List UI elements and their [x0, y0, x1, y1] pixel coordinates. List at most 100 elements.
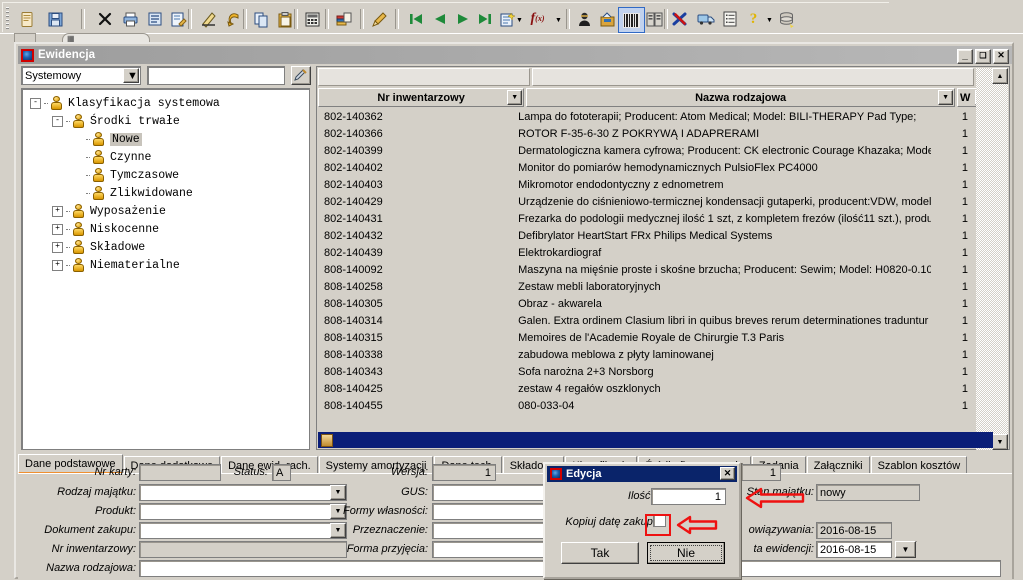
chevron-down-icon[interactable]: ▼	[938, 90, 954, 105]
ilosc-kart-input[interactable]: 1	[651, 488, 726, 505]
table-row[interactable]: 802-140402 Monitor do pomiarów hemodynami…	[318, 159, 974, 176]
forma-przyjecia-field[interactable]	[432, 541, 554, 558]
tree-item-czynne[interactable]: Czynne	[22, 148, 309, 166]
grid-selected-row[interactable]	[318, 432, 993, 448]
expand-icon[interactable]: +	[52, 259, 63, 271]
toolbar-drag-handle[interactable]	[6, 7, 9, 29]
report-icon[interactable]	[331, 7, 356, 31]
tree-item-wyposa-enie[interactable]: + Wyposażenie	[22, 202, 309, 220]
chevron-down-icon[interactable]: ▼	[765, 16, 774, 25]
table-row[interactable]: 802-140432 Defibrylator HeartStart FRx Ph…	[318, 227, 974, 244]
tree-item-tymczasowe[interactable]: Tymczasowe	[22, 166, 309, 184]
barcode-icon[interactable]	[618, 7, 645, 33]
tree-item-nowe[interactable]: Nowe	[22, 130, 309, 148]
calculator-icon[interactable]	[300, 7, 325, 31]
tree-item-zlikwidowane[interactable]: Zlikwidowane	[22, 184, 309, 202]
chevron-down-icon[interactable]: ▼	[895, 541, 916, 558]
nr-karty-field[interactable]	[139, 464, 221, 481]
table-row[interactable]: 802-140439 Elektrokardiograf 1	[318, 244, 974, 261]
close-button[interactable]: ✕	[993, 49, 1009, 64]
table-row[interactable]: 808-140258 Zestaw mebli laboratoryjnych 1	[318, 278, 974, 295]
chevron-down-icon[interactable]: ▼	[123, 68, 139, 83]
window-title-bar[interactable]: Ewidencja _ ❑ ✕	[18, 46, 1012, 64]
grid-rows[interactable]: 802-140362 Lampa do fototerapii; Producen…	[318, 108, 974, 431]
collapse-icon[interactable]: -	[52, 115, 63, 127]
last-record-icon[interactable]	[472, 7, 497, 31]
prev-record-icon[interactable]	[427, 7, 452, 31]
chevron-down-icon[interactable]: ▼	[330, 485, 346, 500]
copy-icon[interactable]	[249, 7, 274, 31]
help-icon[interactable]: ?	[741, 7, 766, 31]
tree-item--rodki-trwa-e[interactable]: - Środki trwałe	[22, 112, 309, 130]
excel-export-icon[interactable]	[668, 7, 693, 31]
table-row[interactable]: 808-140315 Memoires de l'Academie Royale …	[318, 329, 974, 346]
table-row[interactable]: 802-140429 Urządzenie do ciśnieniowo-term…	[318, 193, 974, 210]
filter-nazwa-rodzajowa[interactable]	[532, 68, 975, 86]
expand-icon[interactable]: +	[52, 223, 63, 235]
pencil-icon[interactable]	[291, 66, 311, 85]
tree-item-sk-adowe[interactable]: + Składowe	[22, 238, 309, 256]
delete-icon[interactable]	[92, 7, 117, 31]
print-icon[interactable]	[118, 7, 143, 31]
database-icon[interactable]	[774, 7, 799, 31]
new-document-icon[interactable]	[15, 7, 40, 31]
table-row[interactable]: 802-140362 Lampa do fototerapii; Producen…	[318, 108, 974, 125]
no-button[interactable]: Nie	[647, 542, 725, 564]
dialog-close-button[interactable]: ✕	[720, 467, 735, 480]
tree-item-niematerialne[interactable]: + Niematerialne	[22, 256, 309, 274]
column-header-nazwa-rodzajowa[interactable]: Nazwa rodzajowa ▼	[526, 88, 956, 107]
inbox-icon[interactable]	[595, 7, 620, 31]
table-row[interactable]: 808-140455 080-033-04 1	[318, 397, 974, 414]
scroll-down-button[interactable]: ▼	[992, 434, 1008, 450]
filter-nr-inwentarzowy[interactable]	[318, 68, 531, 86]
gus-field[interactable]	[432, 484, 554, 501]
classification-select[interactable]: Systemowy ▼	[21, 66, 141, 85]
table-row[interactable]: 802-140366 ROTOR F-35-6-30 Z POKRYWĄ I AD…	[318, 125, 974, 142]
table-row[interactable]: 808-140343 Sofa narożna 2+3 Norsborg 1	[318, 363, 974, 380]
measure-icon[interactable]	[196, 7, 221, 31]
formy-wlasnosci-field[interactable]	[432, 503, 554, 520]
document-list-icon[interactable]	[717, 7, 742, 31]
formula-icon[interactable]: f (x)	[525, 7, 550, 31]
chevron-down-icon[interactable]: ▼	[515, 16, 524, 25]
table-row[interactable]: 808-140092 Maszyna na mięśnie proste i sk…	[318, 261, 974, 278]
dialog-title-bar[interactable]: Edycja ✕	[547, 466, 737, 482]
maximize-button[interactable]: ❑	[975, 49, 991, 64]
scroll-up-button[interactable]: ▲	[992, 68, 1008, 84]
chevron-down-icon[interactable]: ▼	[554, 16, 563, 25]
table-row[interactable]: 802-140403 Mikromotor endodontyczny z edn…	[318, 176, 974, 193]
classification-tree[interactable]: - Klasyfikacja systemowa - Środki trwałe Now…	[21, 88, 310, 450]
search-input[interactable]	[147, 66, 285, 85]
yes-button[interactable]: Tak	[561, 542, 639, 564]
table-row[interactable]: 808-140314 Galen. Extra ordinem Clasium l…	[318, 312, 974, 329]
expand-icon[interactable]: +	[52, 205, 63, 217]
user-icon[interactable]	[572, 7, 597, 31]
table-row[interactable]: 802-140399 Dermatologiczna kamera cyfrowa…	[318, 142, 974, 159]
data-ewidencji-field[interactable]: 2016-08-15	[816, 541, 892, 558]
table-row[interactable]: 808-140338 zabudowa meblowa z płyty lamin…	[318, 346, 974, 363]
rodzaj-majatku-select[interactable]: ▼	[139, 484, 347, 501]
first-record-icon[interactable]	[403, 7, 428, 31]
truck-icon[interactable]	[693, 7, 718, 31]
collapse-icon[interactable]: -	[30, 97, 41, 109]
list-view-icon[interactable]	[142, 7, 167, 31]
table-row[interactable]: 802-140431 Frezarka do podologii medyczne…	[318, 210, 974, 227]
save-icon[interactable]	[43, 7, 68, 31]
minimize-button[interactable]: _	[957, 49, 973, 64]
grid-vertical-scrollbar[interactable]: ▲ ▼	[992, 68, 1008, 450]
produkt-select[interactable]: ▼	[139, 503, 347, 520]
chevron-down-icon[interactable]: ▼	[507, 90, 523, 105]
tree-item-niskocenne[interactable]: + Niskocenne	[22, 220, 309, 238]
expand-icon[interactable]: +	[52, 241, 63, 253]
tab-za-czniki[interactable]: Załączniki	[806, 456, 870, 474]
table-row[interactable]: 808-140425 zestaw 4 regałów oszklonych 1	[318, 380, 974, 397]
przeznaczenie-field[interactable]	[432, 522, 554, 539]
dokument-zakupu-select[interactable]: ▼	[139, 522, 347, 539]
tree-item-klasyfikacja-systemowa[interactable]: - Klasyfikacja systemowa	[22, 94, 309, 112]
brush-icon[interactable]	[367, 7, 392, 31]
column-header-nr-inwentarzowy[interactable]: Nr inwentarzowy ▼	[318, 88, 525, 107]
nr-inwentarzowy-field[interactable]	[139, 541, 347, 558]
data-ewidencji-calendar-button[interactable]: ▼	[895, 541, 917, 558]
tab-szablon-koszt-w[interactable]: Szablon kosztów	[870, 456, 968, 474]
table-row[interactable]: 808-140305 Obraz - akwarela 1	[318, 295, 974, 312]
